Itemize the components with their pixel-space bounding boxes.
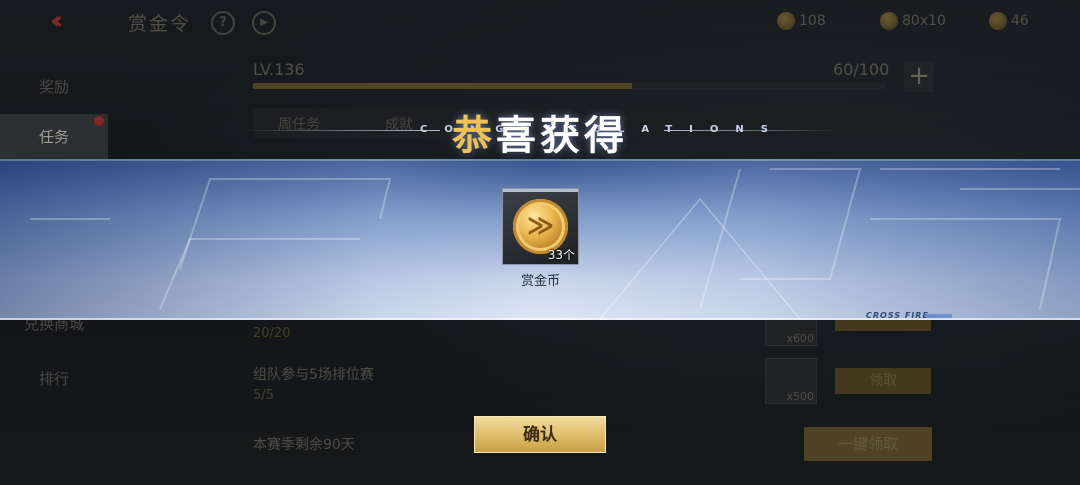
brand-accent bbox=[926, 314, 952, 318]
confirm-button[interactable]: 确认 bbox=[474, 416, 606, 453]
brand-watermark: CROSS FIRE bbox=[866, 311, 929, 320]
dialog-title-rest: 喜获得 bbox=[496, 113, 628, 159]
reward-item-card[interactable]: ≫ 33个 bbox=[502, 188, 579, 265]
reward-item-quantity: 33个 bbox=[547, 248, 575, 262]
title-divider-left bbox=[240, 130, 440, 131]
dialog-title-first: 恭 bbox=[452, 113, 496, 159]
reward-item-name: 赏金币 bbox=[520, 274, 560, 289]
dialog-title: 恭喜获得 bbox=[420, 103, 660, 161]
